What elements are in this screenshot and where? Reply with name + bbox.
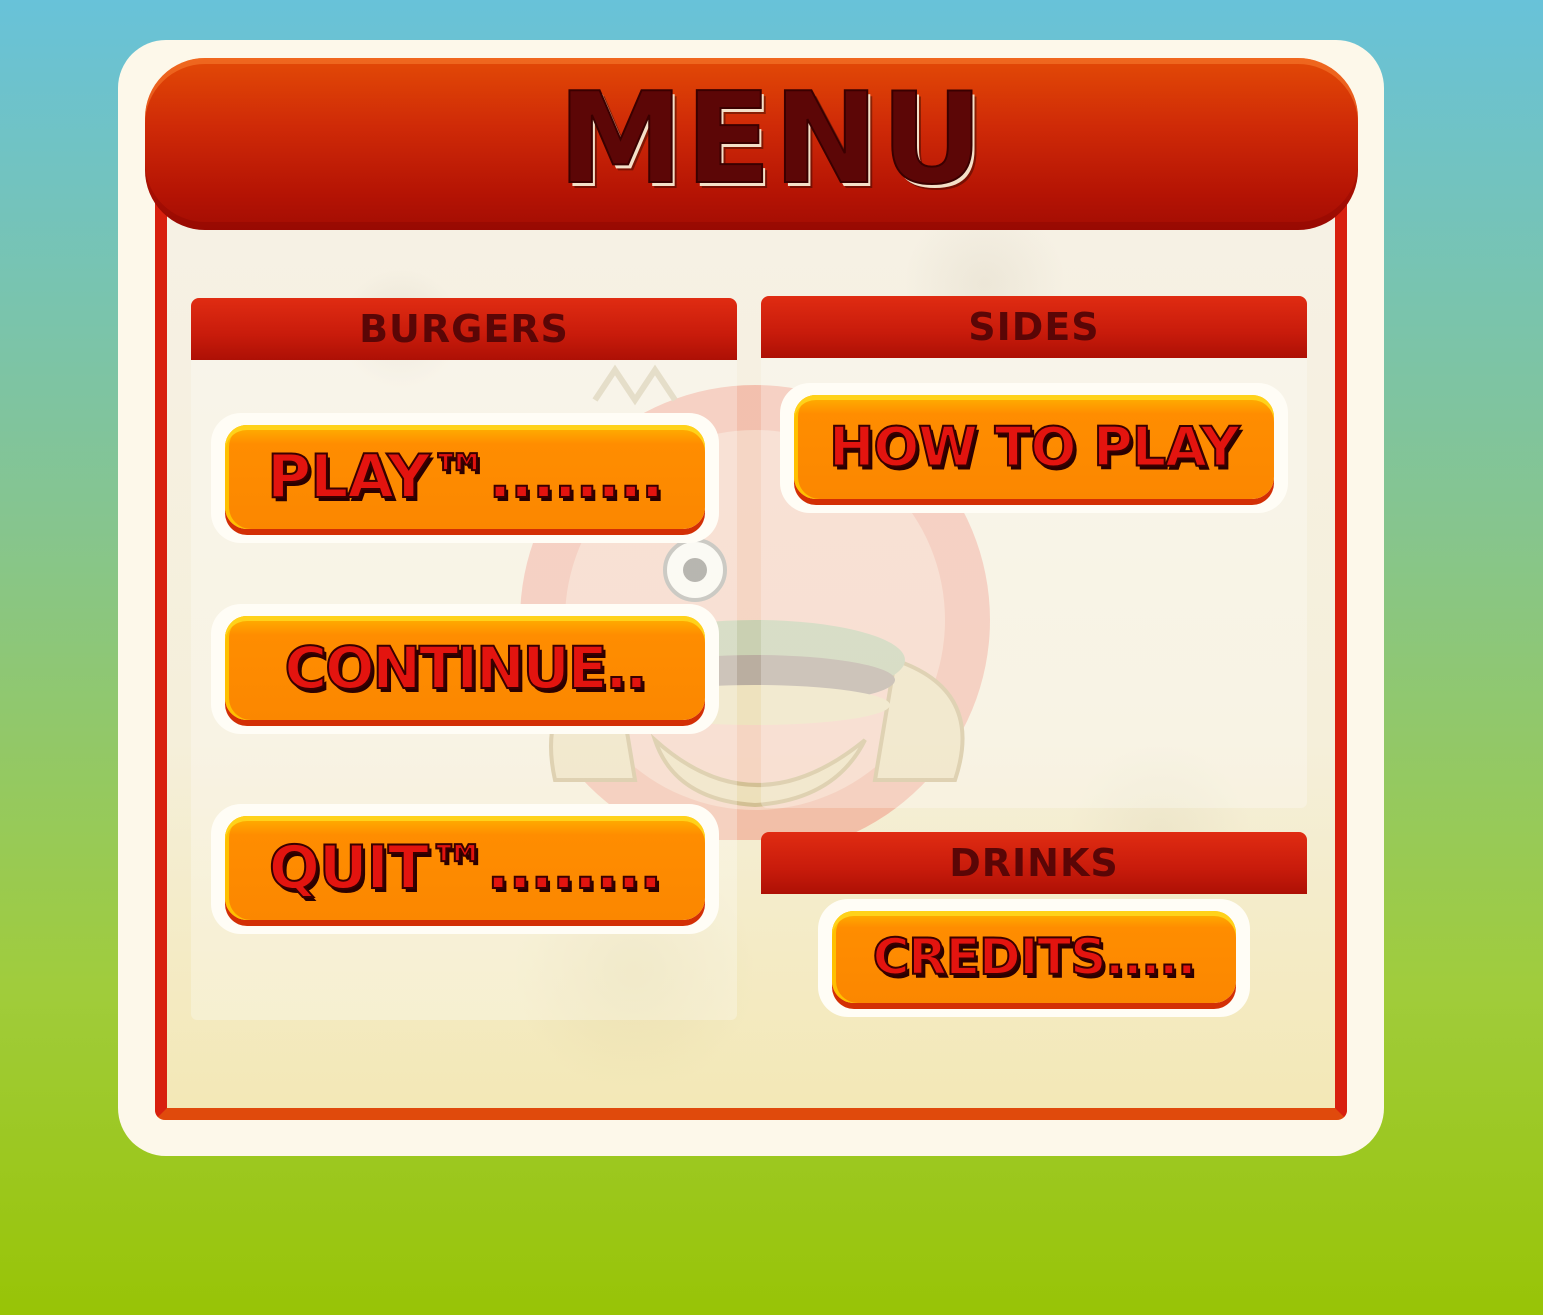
section-header-drinks: DRINKS <box>761 832 1307 894</box>
section-header-sides: SIDES <box>761 296 1307 358</box>
how-to-play-button[interactable]: HOW TO PLAY <box>794 395 1274 499</box>
play-button[interactable]: PLAY™........ <box>225 425 705 529</box>
menu-title: MENU <box>557 65 986 212</box>
play-button-label: PLAY™........ <box>266 441 665 513</box>
how-to-play-button-wrap: HOW TO PLAY <box>780 383 1288 513</box>
continue-button-label: CONTINUE.. <box>284 633 649 703</box>
continue-button-wrap: CONTINUE.. <box>211 604 719 734</box>
continue-button[interactable]: CONTINUE.. <box>225 616 705 720</box>
quit-button-label: QUIT™........ <box>268 832 663 904</box>
how-to-play-button-label: HOW TO PLAY <box>828 415 1241 480</box>
credits-button-wrap: CREDITS..... <box>818 899 1250 1017</box>
credits-button-label: CREDITS..... <box>872 927 1198 987</box>
quit-button-wrap: QUIT™........ <box>211 804 719 934</box>
quit-button[interactable]: QUIT™........ <box>225 816 705 920</box>
section-header-burgers: BURGERS <box>191 298 737 360</box>
play-button-wrap: PLAY™........ <box>211 413 719 543</box>
credits-button[interactable]: CREDITS..... <box>832 911 1236 1003</box>
